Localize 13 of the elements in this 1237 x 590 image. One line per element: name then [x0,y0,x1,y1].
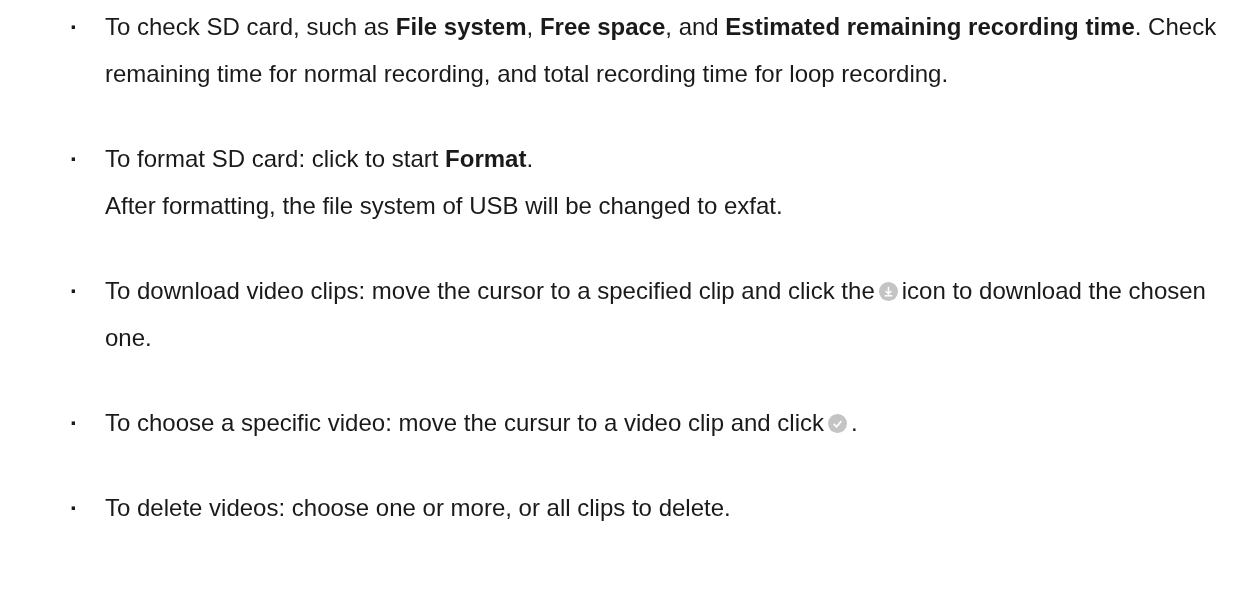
instruction-text: To download video clips: move the cursor to a specified clip and click the icon to download the chosen one. [105,276,1207,353]
instruction-text: To check SD card, such as File system, Free space, and Estimated remaining recording time. Check remaining time for normal recording, and total recording time for loop recording. [105,12,1218,89]
instruction-text: To format SD card: click to start Format. [105,144,535,174]
bullet-marker: · [70,276,79,306]
instruction-text: After formatting, the file system of USB will be changed to exfat. [105,191,784,221]
bullet-marker: · [70,408,79,438]
instruction-text: To choose a specific video: move the cursur to a video clip and click . [105,408,859,438]
download-icon [878,282,898,301]
bullet-marker: · [70,144,79,174]
instruction-text: To delete videos: choose one or more, or all clips to delete. [105,493,732,523]
bullet-marker: · [70,12,79,42]
check-icon [828,414,848,433]
bullet-marker: · [70,493,79,523]
